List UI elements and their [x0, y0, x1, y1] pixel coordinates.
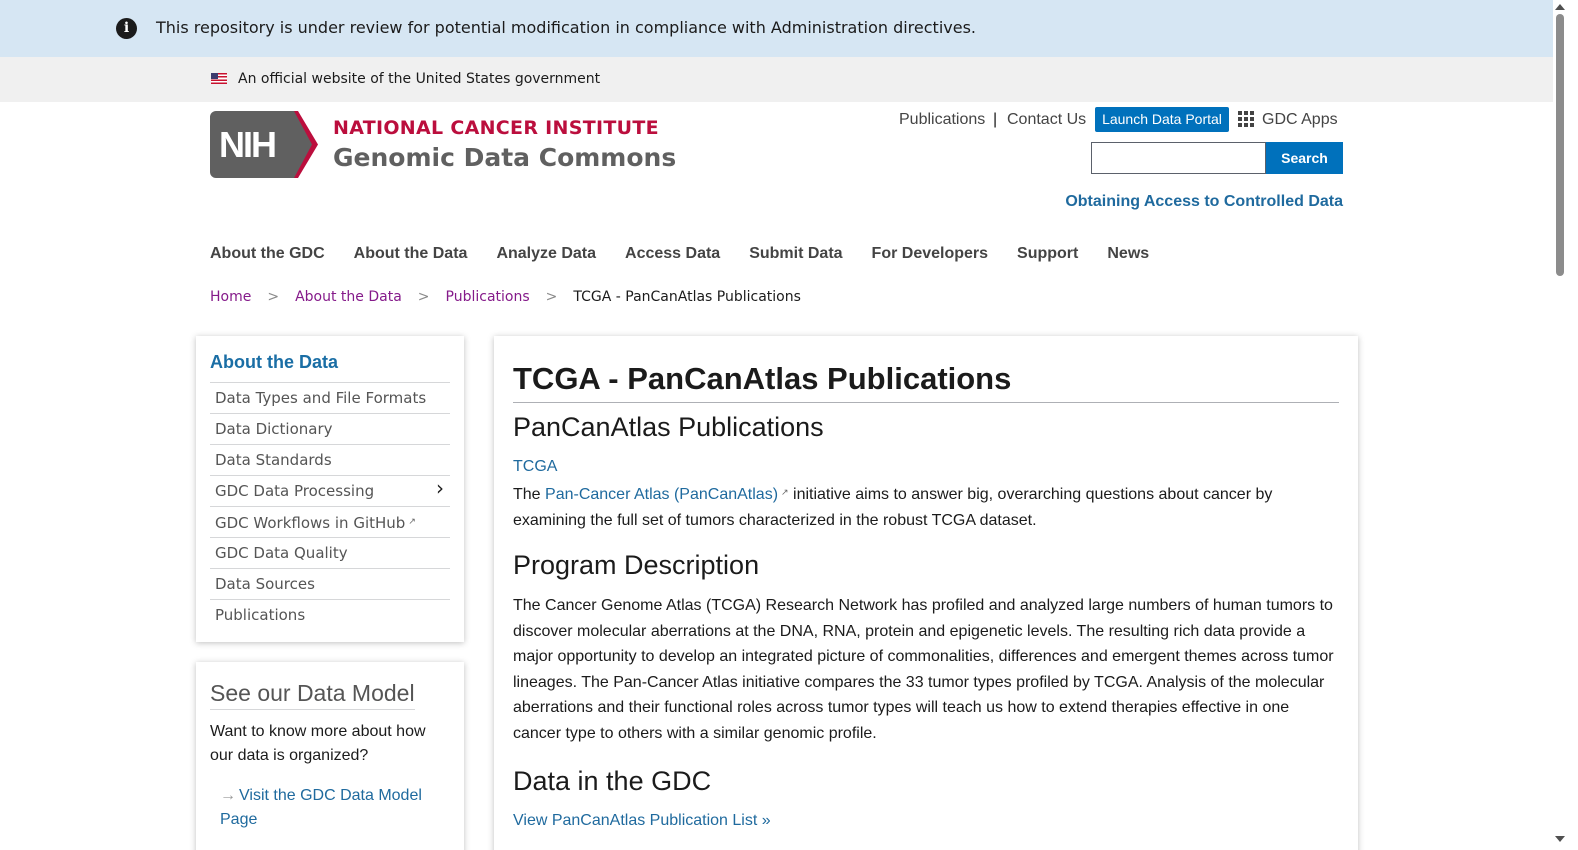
breadcrumb-home[interactable]: Home — [210, 288, 251, 306]
nih-logo-chevron-icon — [288, 111, 318, 178]
data-model-link[interactable]: → Visit the GDC Data Model Page — [220, 784, 435, 832]
pancanatlas-link[interactable]: Pan-Cancer Atlas (PanCanAtlas) — [545, 486, 778, 503]
section-heading-program: Program Description — [513, 550, 760, 580]
sidebar-item-data-standards[interactable]: Data Standards — [210, 444, 450, 475]
data-model-title: See our Data Model — [210, 680, 415, 710]
sidebar-item-workflows-github[interactable]: GDC Workflows in GitHub ↗ — [210, 506, 450, 537]
search-button[interactable]: Search — [1266, 142, 1343, 174]
nav-for-developers[interactable]: For Developers — [872, 243, 988, 265]
nav-support[interactable]: Support — [1017, 243, 1078, 265]
review-banner: i This repository is under review for po… — [0, 0, 1553, 57]
logo-subtitle[interactable]: Genomic Data Commons — [333, 143, 676, 172]
nav-about-data[interactable]: About the Data — [354, 243, 468, 265]
data-model-text: Want to know more about how our data is … — [210, 723, 426, 764]
data-model-card: See our Data Model Want to know more abo… — [196, 662, 464, 850]
scroll-up-arrow-icon[interactable] — [1555, 4, 1565, 10]
nav-submit-data[interactable]: Submit Data — [749, 243, 842, 265]
search-input[interactable] — [1091, 142, 1266, 174]
nav-about-gdc[interactable]: About the GDC — [210, 243, 325, 265]
chevron-right-icon[interactable]: › — [436, 476, 444, 500]
breadcrumb-publications[interactable]: Publications — [446, 288, 530, 306]
sidebar-item-data-processing[interactable]: GDC Data Processing › — [210, 475, 450, 506]
breadcrumb-separator: > — [267, 289, 280, 305]
tcga-link[interactable]: TCGA — [513, 458, 557, 476]
sidebar-item-data-dictionary[interactable]: Data Dictionary — [210, 413, 450, 444]
sidebar-nav: About the Data Data Types and File Forma… — [196, 336, 464, 642]
gdc-apps-link[interactable]: GDC Apps — [1262, 108, 1338, 132]
breadcrumb: Home > About the Data > Publications > T… — [210, 288, 801, 306]
publication-list-link[interactable]: View PanCanAtlas Publication List » — [513, 812, 771, 830]
page-title: TCGA - PanCanAtlas Publications — [513, 361, 1339, 403]
external-link-icon: ↗ — [781, 487, 789, 497]
intro-paragraph: The Pan-Cancer Atlas (PanCanAtlas) ↗ init… — [513, 486, 1273, 529]
breadcrumb-separator: > — [545, 289, 558, 305]
sidebar-item-data-quality[interactable]: GDC Data Quality — [210, 537, 450, 568]
controlled-access-link[interactable]: Obtaining Access to Controlled Data — [1065, 193, 1343, 211]
launch-data-portal-button[interactable]: Launch Data Portal — [1095, 107, 1229, 132]
util-publications-link[interactable]: Publications — [899, 108, 985, 132]
nih-logo-text: NIH — [210, 111, 296, 178]
sidebar-list: Data Types and File Formats Data Diction… — [210, 382, 450, 630]
scrollbar-thumb[interactable] — [1556, 14, 1564, 276]
info-icon: i — [116, 18, 137, 39]
sidebar-item-data-sources[interactable]: Data Sources — [210, 568, 450, 599]
breadcrumb-separator: > — [417, 289, 430, 305]
scroll-down-arrow-icon[interactable] — [1555, 836, 1565, 842]
sidebar-item-publications[interactable]: Publications — [210, 599, 450, 630]
sidebar-title[interactable]: About the Data — [210, 352, 338, 373]
nav-access-data[interactable]: Access Data — [625, 243, 720, 265]
main-nav: About the GDC About the Data Analyze Dat… — [210, 243, 1149, 265]
section-heading-publications: PanCanAtlas Publications — [513, 412, 824, 442]
section-heading-data: Data in the GDC — [513, 766, 712, 796]
nih-logo[interactable]: NIH — [210, 111, 318, 178]
logo-title[interactable]: NATIONAL CANCER INSTITUTE — [333, 117, 659, 139]
breadcrumb-about-data[interactable]: About the Data — [295, 288, 402, 306]
us-flag-icon — [211, 73, 227, 84]
main-content: TCGA - PanCanAtlas Publications PanCanAt… — [494, 336, 1358, 850]
breadcrumb-current: TCGA - PanCanAtlas Publications — [573, 289, 801, 305]
review-banner-message: This repository is under review for pote… — [156, 18, 976, 37]
nav-news[interactable]: News — [1107, 243, 1149, 265]
util-contact-link[interactable]: Contact Us — [1007, 108, 1086, 132]
gov-banner-text: An official website of the United States… — [238, 71, 601, 87]
util-separator: | — [993, 111, 998, 128]
external-link-icon: ↗ — [408, 517, 416, 527]
arrow-right-icon: → — [220, 787, 236, 804]
program-description: The Cancer Genome Atlas (TCGA) Research … — [513, 597, 1334, 742]
gov-banner: An official website of the United States… — [0, 57, 1553, 102]
apps-grid-icon[interactable] — [1238, 111, 1254, 127]
sidebar-item-data-types[interactable]: Data Types and File Formats — [210, 382, 450, 413]
nav-analyze-data[interactable]: Analyze Data — [496, 243, 596, 265]
